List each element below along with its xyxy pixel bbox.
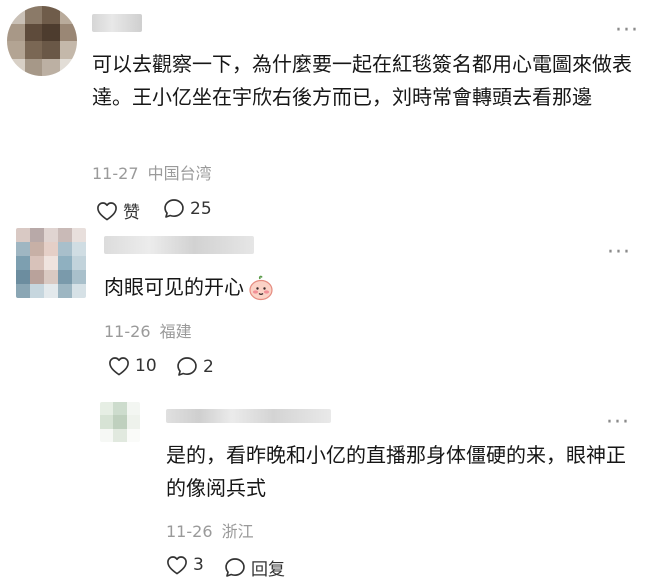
comment-date: 11-26 [166,522,213,541]
more-options-icon[interactable]: ··· [606,412,630,434]
like-label: 赞 [123,203,140,223]
reply-count: 25 [190,198,212,219]
more-options-icon[interactable]: ··· [607,242,631,264]
commenter-name [166,409,331,423]
reply-label: 回复 [251,560,285,580]
commenter-avatar[interactable] [16,228,86,298]
comment-text: 是的，看昨晚和小亿的直播那身体僵硬的来，眼神正的像阅兵式 [166,443,626,500]
reply-count: 2 [203,356,214,377]
comment-location: 福建 [159,322,192,341]
like-button[interactable]: 3 [166,555,204,575]
blushing-face-emoji-icon [249,275,273,300]
reply-button[interactable]: 回复 [224,555,285,580]
like-button[interactable]: 赞 [96,198,140,223]
comment-meta: 11-27 中国台湾 [92,160,212,184]
speech-bubble-icon [164,199,184,218]
reply-button[interactable]: 25 [163,198,212,219]
commenter-name [92,14,142,32]
comment-text: 可以去觀察一下，為什麼要一起在紅毯簽名都用心電圖來做表達。王小亿坐在宇欣右後方而… [92,52,632,109]
commenter-name [104,236,254,254]
like-button[interactable]: 10 [108,356,157,376]
reply-button[interactable]: 2 [176,356,214,377]
like-count: 3 [193,555,204,575]
comment-meta: 11-26 福建 [104,318,192,342]
more-options-icon[interactable]: ··· [615,20,639,42]
speech-bubble-icon [225,558,245,577]
comment-date: 11-27 [92,164,139,183]
comment-text: 肉眼可见的开心 [104,271,274,304]
comment-location: 浙江 [221,522,254,541]
heart-outline-icon [97,201,117,220]
comment-location: 中国台湾 [147,164,212,183]
comment-meta: 11-26 浙江 [166,518,254,542]
comment-date: 11-26 [104,322,151,341]
commenter-avatar[interactable] [7,6,77,76]
commenter-avatar[interactable] [100,402,140,442]
heart-outline-icon [167,556,187,575]
like-count: 10 [135,356,157,376]
speech-bubble-icon [177,357,197,376]
heart-outline-icon [109,357,129,376]
